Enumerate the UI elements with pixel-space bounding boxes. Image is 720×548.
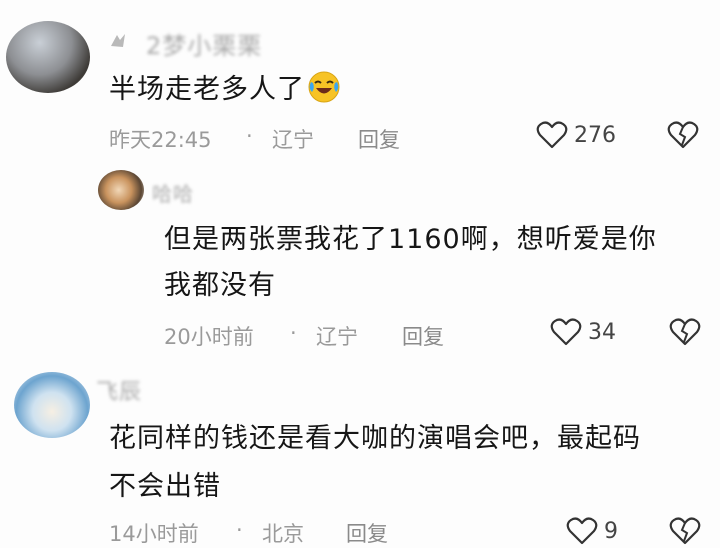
comment-text-line-1: 花同样的钱还是看大咖的演唱会吧，最起码 — [109, 423, 641, 454]
location: 辽宁 — [316, 325, 358, 349]
like-button[interactable]: 9 — [566, 516, 618, 546]
like-button[interactable]: 276 — [536, 120, 616, 150]
broken-heart-icon[interactable] — [666, 120, 700, 150]
timestamp: 14小时前 — [109, 522, 199, 546]
verified-badge-icon — [111, 34, 125, 47]
location: 辽宁 — [272, 128, 314, 152]
separator: · — [236, 518, 243, 542]
reply-button[interactable]: 回复 — [402, 321, 444, 351]
comment-text: 半场走老多人了 — [109, 68, 341, 112]
comment-text-line-1: 但是两张票我花了1160啊，想听爱是你 — [164, 224, 657, 255]
separator: · — [246, 124, 253, 148]
timestamp: 昨天22:45 — [109, 128, 212, 152]
like-count: 276 — [574, 122, 616, 148]
avatar[interactable] — [14, 372, 90, 438]
username[interactable]: 飞辰 — [96, 374, 142, 406]
separator: · — [290, 321, 297, 345]
heart-outline-icon — [550, 318, 582, 346]
laughing-crying-emoji-icon — [308, 71, 340, 103]
like-button[interactable]: 34 — [550, 317, 616, 347]
comment-text-line-2: 我都没有 — [164, 270, 276, 301]
like-count: 34 — [588, 319, 616, 345]
heart-outline-icon — [566, 517, 598, 545]
like-count: 9 — [604, 518, 618, 544]
timestamp: 20小时前 — [164, 325, 254, 349]
username[interactable]: 2梦小栗栗 — [146, 26, 262, 61]
avatar[interactable] — [98, 170, 144, 210]
reply-button[interactable]: 回复 — [358, 124, 400, 154]
reply-button[interactable]: 回复 — [346, 518, 388, 548]
avatar[interactable] — [6, 21, 90, 93]
username[interactable]: 哈哈 — [152, 178, 194, 207]
broken-heart-icon[interactable] — [668, 317, 702, 347]
broken-heart-icon[interactable] — [668, 516, 702, 546]
location: 北京 — [262, 522, 304, 546]
comment-text-line-2: 不会出错 — [109, 471, 221, 502]
heart-outline-icon — [536, 121, 568, 149]
